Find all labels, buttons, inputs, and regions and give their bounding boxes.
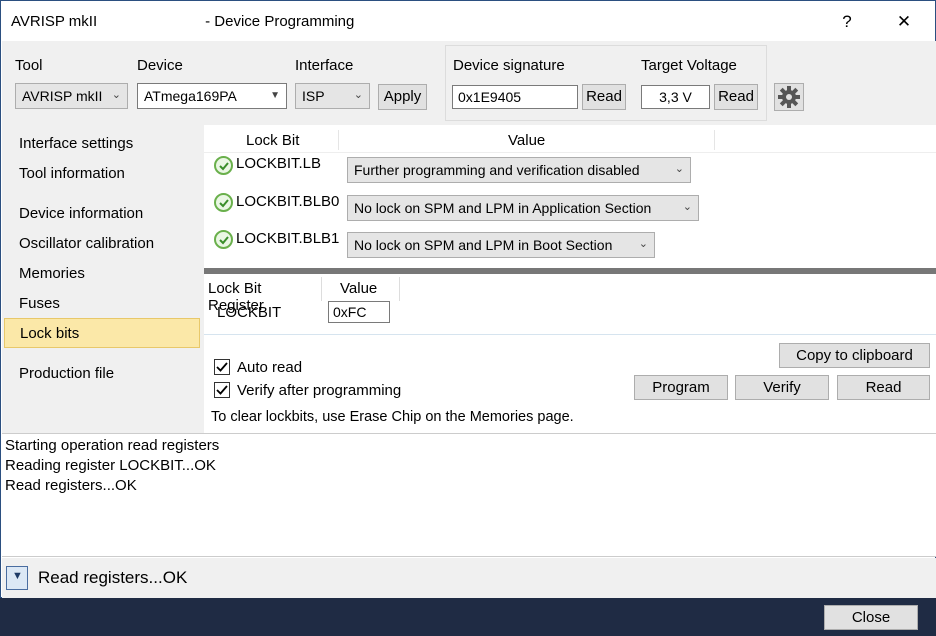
voltage-label: Target Voltage [641, 57, 737, 74]
sidebar-item-fuses[interactable]: Fuses [4, 289, 200, 319]
dropdown-arrow-icon: ▼ [270, 90, 280, 101]
voltage-read-button[interactable]: Read [714, 84, 758, 110]
device-select[interactable]: ATmega169PA ▼ [137, 83, 287, 109]
apply-button[interactable]: Apply [378, 84, 427, 110]
register-name: LOCKBIT [217, 304, 282, 321]
program-button[interactable]: Program [634, 375, 728, 400]
log-line: Reading register LOCKBIT...OK [5, 457, 216, 474]
footer-bar: Close [0, 598, 936, 636]
tool-label: Tool [15, 57, 43, 74]
value-column-header: Value [508, 132, 546, 149]
close-button[interactable]: Close [824, 605, 918, 630]
chevron-down-icon: ⌄ [638, 238, 648, 250]
panel-splitter[interactable] [204, 268, 936, 274]
device-select-value: ATmega169PA [144, 88, 237, 104]
sidebar-item-oscillator-calibration[interactable]: Oscillator calibration [4, 229, 200, 259]
lockbit-value: No lock on SPM and LPM in Boot Section [354, 237, 613, 253]
device-programming-window: AVRISP mkII - Device Programming ? ✕ Tool… [0, 0, 936, 598]
sidebar-item-interface-settings[interactable]: Interface settings [4, 129, 200, 159]
auto-read-label: Auto read [237, 359, 303, 376]
signature-field[interactable]: 0x1E9405 [452, 85, 578, 109]
lockbit-value-select[interactable]: Further programming and verification dis… [347, 157, 691, 183]
help-button[interactable]: ? [832, 9, 862, 35]
tool-select[interactable]: AVRISP mkII ⌄ [15, 83, 128, 109]
lockbit-value-select[interactable]: No lock on SPM and LPM in Boot Section ⌄ [347, 232, 655, 258]
chevron-down-icon: ⌄ [682, 201, 692, 213]
signature-read-button[interactable]: Read [582, 84, 626, 110]
gear-icon [778, 86, 800, 108]
header-panel: Tool AVRISP mkII ⌄ Device ATmega169PA ▼ … [2, 41, 936, 125]
check-circle-icon [214, 230, 233, 249]
sidebar: Interface settings Tool information Devi… [2, 125, 204, 433]
check-circle-icon [214, 193, 233, 212]
lockbit-value-select[interactable]: No lock on SPM and LPM in Application Se… [347, 195, 699, 221]
window-title-tool: AVRISP mkII [11, 13, 98, 30]
verify-after-programming-checkbox[interactable] [214, 382, 230, 398]
register-value-field[interactable]: 0xFC [328, 301, 390, 323]
voltage-field[interactable]: 3,3 V [641, 85, 710, 109]
expand-log-button[interactable]: ▼ [6, 566, 28, 590]
lock-bits-panel: Lock Bit Value LOCKBIT.LB Further progra… [204, 125, 936, 433]
lockbit-name: LOCKBIT.BLB1 [236, 230, 340, 247]
register-column-header: Lock Bit Register [208, 277, 322, 314]
copy-to-clipboard-button[interactable]: Copy to clipboard [779, 343, 930, 368]
log-line: Starting operation read registers [5, 437, 220, 454]
window-title-suffix: - Device Programming [205, 13, 355, 30]
sidebar-item-device-information[interactable]: Device information [4, 199, 200, 229]
chevron-down-icon: ⌄ [674, 163, 684, 175]
check-circle-icon [214, 156, 233, 175]
sidebar-item-tool-information[interactable]: Tool information [4, 159, 200, 189]
status-bar: ▼ Read registers...OK [2, 558, 936, 598]
device-label: Device [137, 57, 183, 74]
lockbit-name: LOCKBIT.LB [236, 155, 322, 172]
close-window-button[interactable]: ✕ [889, 9, 919, 35]
log-line: Read registers...OK [5, 477, 137, 494]
interface-select[interactable]: ISP ⌄ [295, 83, 370, 109]
sidebar-item-production-file[interactable]: Production file [4, 359, 200, 389]
verify-button[interactable]: Verify [735, 375, 829, 400]
register-value-column-header: Value [324, 277, 400, 301]
chevron-down-icon: ⌄ [111, 89, 121, 101]
output-log: Starting operation read registers Readin… [2, 433, 936, 557]
sidebar-item-lock-bits[interactable]: Lock bits [4, 318, 200, 348]
lockbit-column-header: Lock Bit [246, 132, 300, 149]
read-button[interactable]: Read [837, 375, 930, 400]
auto-read-checkbox[interactable] [214, 359, 230, 375]
sidebar-item-memories[interactable]: Memories [4, 259, 200, 289]
settings-button[interactable] [774, 83, 804, 111]
window-title: AVRISP mkII - Device Programming [11, 13, 354, 30]
verify-after-programming-label: Verify after programming [237, 382, 402, 399]
chevron-down-icon: ⌄ [353, 89, 363, 101]
lockbit-name: LOCKBIT.BLB0 [236, 193, 340, 210]
title-bar: AVRISP mkII - Device Programming ? ✕ [1, 1, 935, 41]
status-text: Read registers...OK [38, 568, 188, 587]
lockbit-value: Further programming and verification dis… [354, 162, 640, 178]
tool-select-value: AVRISP mkII [22, 88, 103, 104]
lockbit-table-header [204, 125, 936, 153]
signature-label: Device signature [453, 57, 565, 74]
interface-select-value: ISP [302, 88, 325, 104]
dropdown-arrow-icon: ▼ [12, 570, 23, 582]
lockbit-value: No lock on SPM and LPM in Application Se… [354, 200, 652, 216]
erase-hint-text: To clear lockbits, use Erase Chip on the… [211, 409, 574, 425]
interface-label: Interface [295, 57, 354, 74]
